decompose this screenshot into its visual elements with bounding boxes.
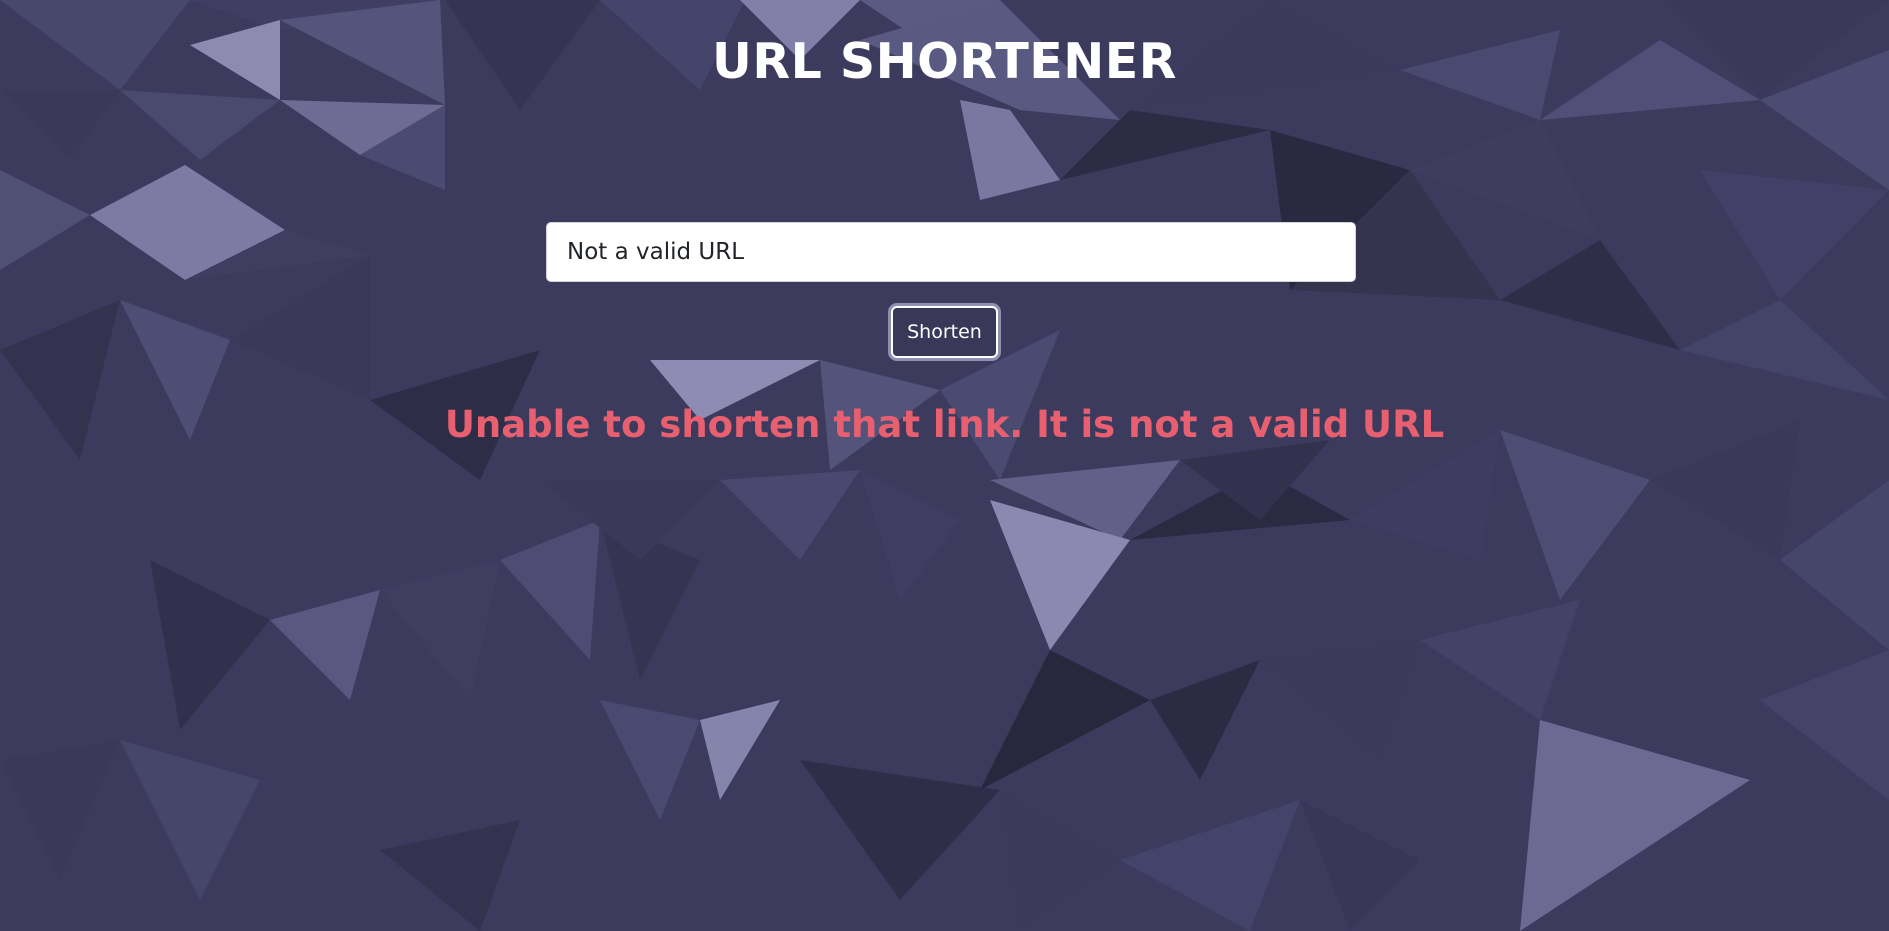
page-title: URL SHORTENER	[712, 33, 1177, 90]
main-content: URL SHORTENER Shorten Unable to shorten …	[0, 0, 1889, 931]
error-message: Unable to shorten that link. It is not a…	[444, 403, 1445, 446]
url-input[interactable]	[546, 222, 1356, 282]
shorten-button[interactable]: Shorten	[891, 306, 998, 358]
